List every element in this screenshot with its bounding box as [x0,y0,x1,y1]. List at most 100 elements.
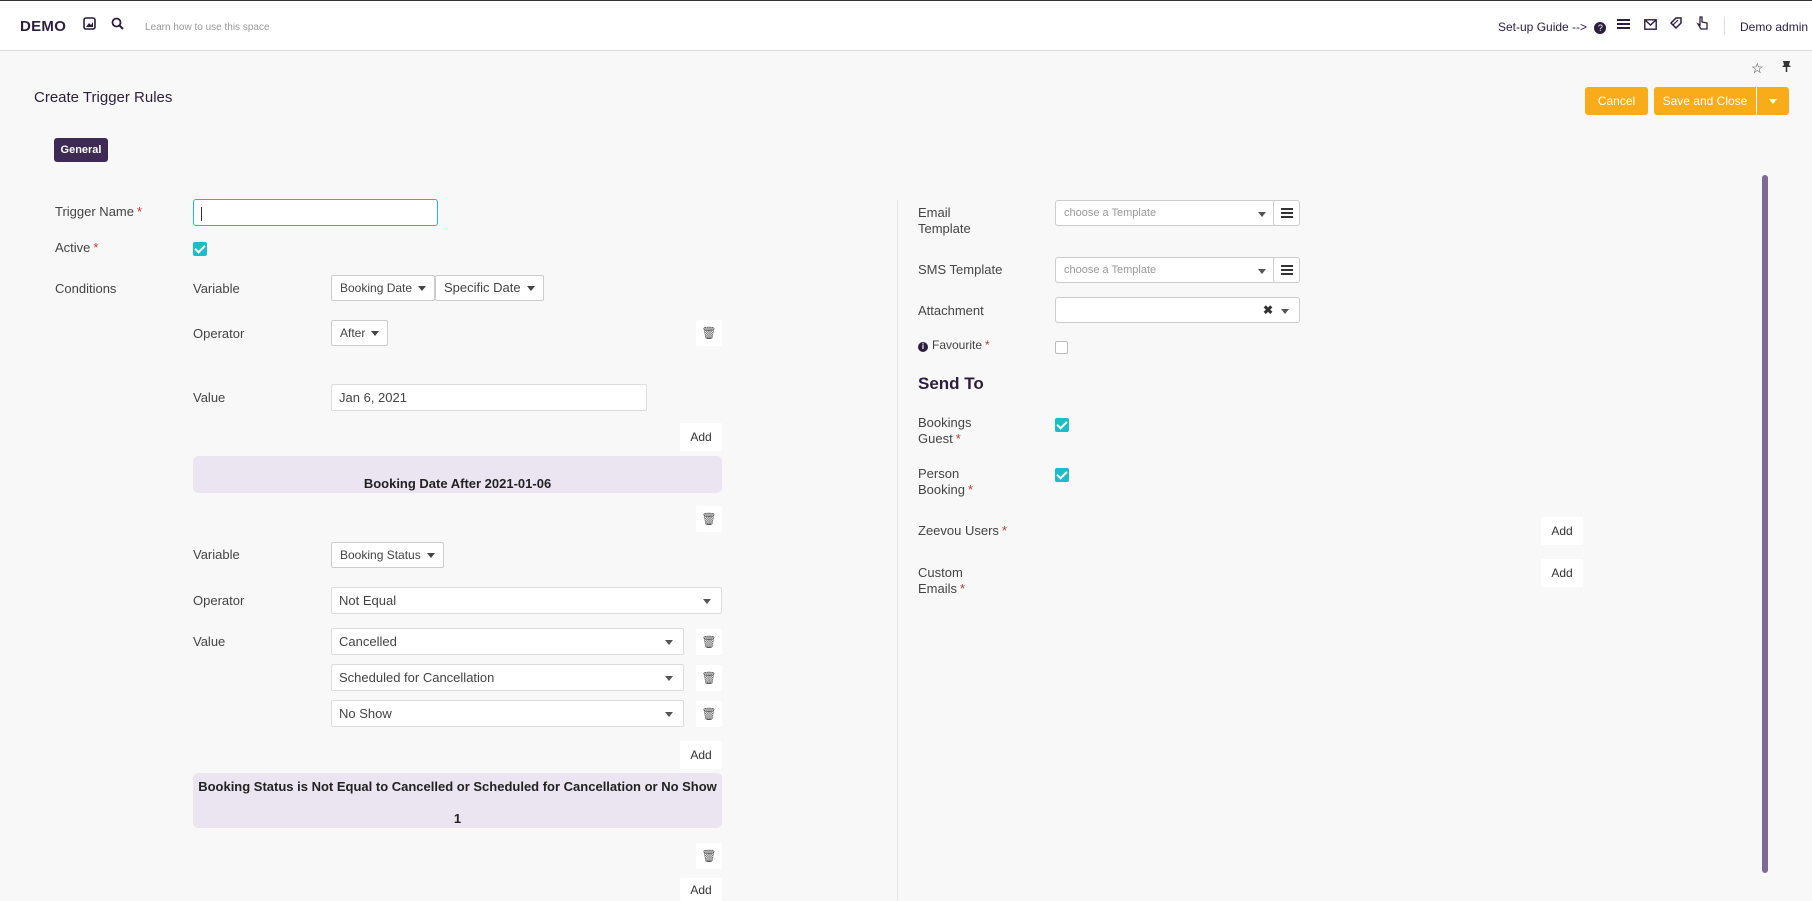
menu-icon[interactable] [1614,16,1632,34]
active-checkbox[interactable] [193,242,207,256]
cond1-value-label: Value [193,390,226,405]
conditions-add-button[interactable]: Add [680,878,722,901]
cond1-variable-sub-dropdown[interactable]: Specific Date [435,275,544,301]
trigger-name-label-text: Trigger Name [55,204,134,219]
conditions-label: Conditions [55,281,117,296]
cond1-add-button[interactable]: Add [680,423,722,451]
active-label: Active * [55,240,98,255]
topbar-divider [1724,17,1725,35]
cond1-variable-value: Booking Date [340,281,413,295]
custom-emails-label-text: Custom Emails [918,565,963,596]
cond2-operator-label: Operator [193,593,245,608]
search-icon[interactable] [108,16,126,34]
chevron-down-icon [1258,269,1266,274]
person-booking-checkbox[interactable] [1055,468,1069,482]
cond2-summary-text: Booking Status is Not Equal to Cancelled… [198,779,717,794]
group-delete-icon[interactable]: 🗑 [696,506,722,532]
cond1-operator-value: After [340,326,366,340]
cond1-variable-dropdown[interactable]: Booking Date [331,275,436,301]
app-logo[interactable]: DEMO [20,18,66,35]
image-icon[interactable] [80,16,98,34]
top-navbar: DEMO Learn how to use this space Set-up … [0,0,1812,51]
zeevou-users-add-button[interactable]: Add [1541,517,1583,545]
required-marker: * [960,581,966,596]
custom-emails-add-button[interactable]: Add [1541,559,1583,587]
cond2-value-select-1[interactable]: Cancelled [331,628,684,655]
scrollbar[interactable] [1762,175,1768,873]
email-template-placeholder: choose a Template [1064,207,1157,219]
column-divider [897,200,898,901]
cond1-variable-sub-value: Specific Date [444,280,521,295]
cond1-operator-label: Operator [193,326,245,341]
group2-delete-icon[interactable]: 🗑 [696,843,722,869]
cond2-add-button[interactable]: Add [680,741,722,769]
save-and-close-button[interactable]: Save and Close [1654,87,1756,115]
setup-guide-label: Set-up Guide --> [1498,20,1588,34]
attachment-label: Attachment [918,303,984,318]
chevron-down-icon [426,553,435,559]
trigger-name-input[interactable] [193,199,438,226]
cond2-value-1: Cancelled [339,634,397,649]
list-icon [1280,208,1293,218]
favourite-label: i Favourite * [918,338,990,352]
custom-emails-label: Custom Emails * [918,565,980,597]
sms-template-list-button[interactable] [1273,257,1300,283]
sms-template-label: SMS Template [918,262,1003,277]
cond2-value-3-delete-icon[interactable]: 🗑 [696,701,722,727]
mail-icon[interactable] [1641,16,1659,34]
chevron-down-icon [665,640,673,645]
setup-guide-link[interactable]: Set-up Guide --> ? [1498,20,1607,34]
cond2-operator-select[interactable]: Not Equal [331,587,722,614]
chevron-down-icon [1281,309,1289,314]
info-icon: i [918,342,928,352]
person-booking-label-text: Person Booking [918,466,965,497]
cond2-variable-value: Booking Status [340,548,421,562]
required-marker: * [967,482,974,497]
bookings-guest-checkbox[interactable] [1055,418,1069,432]
tag-icon[interactable] [1667,16,1685,34]
zeevou-users-label-text: Zeevou Users [918,523,999,538]
save-options-button[interactable] [1757,87,1789,115]
cond2-variable-dropdown[interactable]: Booking Status [331,542,444,568]
cond2-value-select-2[interactable]: Scheduled for Cancellation [331,664,684,691]
chevron-down-icon [418,286,427,292]
pin-icon[interactable] [1781,60,1792,76]
cond2-value-2-delete-icon[interactable]: 🗑 [696,665,722,691]
favourite-checkbox[interactable] [1055,341,1068,354]
cond2-value-1-delete-icon[interactable]: 🗑 [696,629,722,655]
required-marker: * [1001,523,1007,538]
cond2-value-select-3[interactable]: No Show [331,700,684,727]
cond1-value-input[interactable]: Jan 6, 2021 [331,384,647,411]
email-template-list-button[interactable] [1273,200,1300,226]
chevron-down-icon [665,712,673,717]
chevron-down-icon [371,331,380,337]
required-marker: * [985,338,990,352]
trigger-name-label: Trigger Name * [55,204,142,219]
active-label-text: Active [55,240,91,255]
cond1-delete-icon[interactable]: 🗑 [696,320,722,346]
required-marker: * [136,204,143,219]
cond1-operator-dropdown[interactable]: After [331,320,389,346]
zeevou-users-label: Zeevou Users * [918,523,1007,538]
bookings-guest-label-text: Bookings Guest [918,415,972,446]
user-menu[interactable]: Demo admin [1740,20,1808,34]
cancel-button[interactable]: Cancel [1585,87,1648,115]
cond2-summary-count: 1 [453,811,462,826]
cond2-value-label: Value [193,634,226,649]
chevron-down-icon [526,286,535,292]
chevron-down-icon [1769,99,1777,105]
send-to-heading: Send To [918,374,984,393]
email-template-select[interactable]: choose a Template [1055,200,1277,226]
clear-icon[interactable]: ✖ [1263,298,1273,322]
tab-general[interactable]: General [54,138,108,162]
sms-template-select[interactable]: choose a Template [1055,257,1277,283]
chevron-down-icon [665,676,673,681]
page-title: Create Trigger Rules [34,89,173,106]
required-marker: * [93,240,99,255]
list-icon [1280,265,1293,275]
cond1-summary: Booking Date After 2021-01-06 [193,456,722,493]
attachment-select[interactable]: ✖ [1055,297,1300,323]
learn-link[interactable]: Learn how to use this space [145,22,270,33]
pointer-icon[interactable] [1693,16,1711,34]
star-icon[interactable]: ☆ [1751,60,1764,77]
